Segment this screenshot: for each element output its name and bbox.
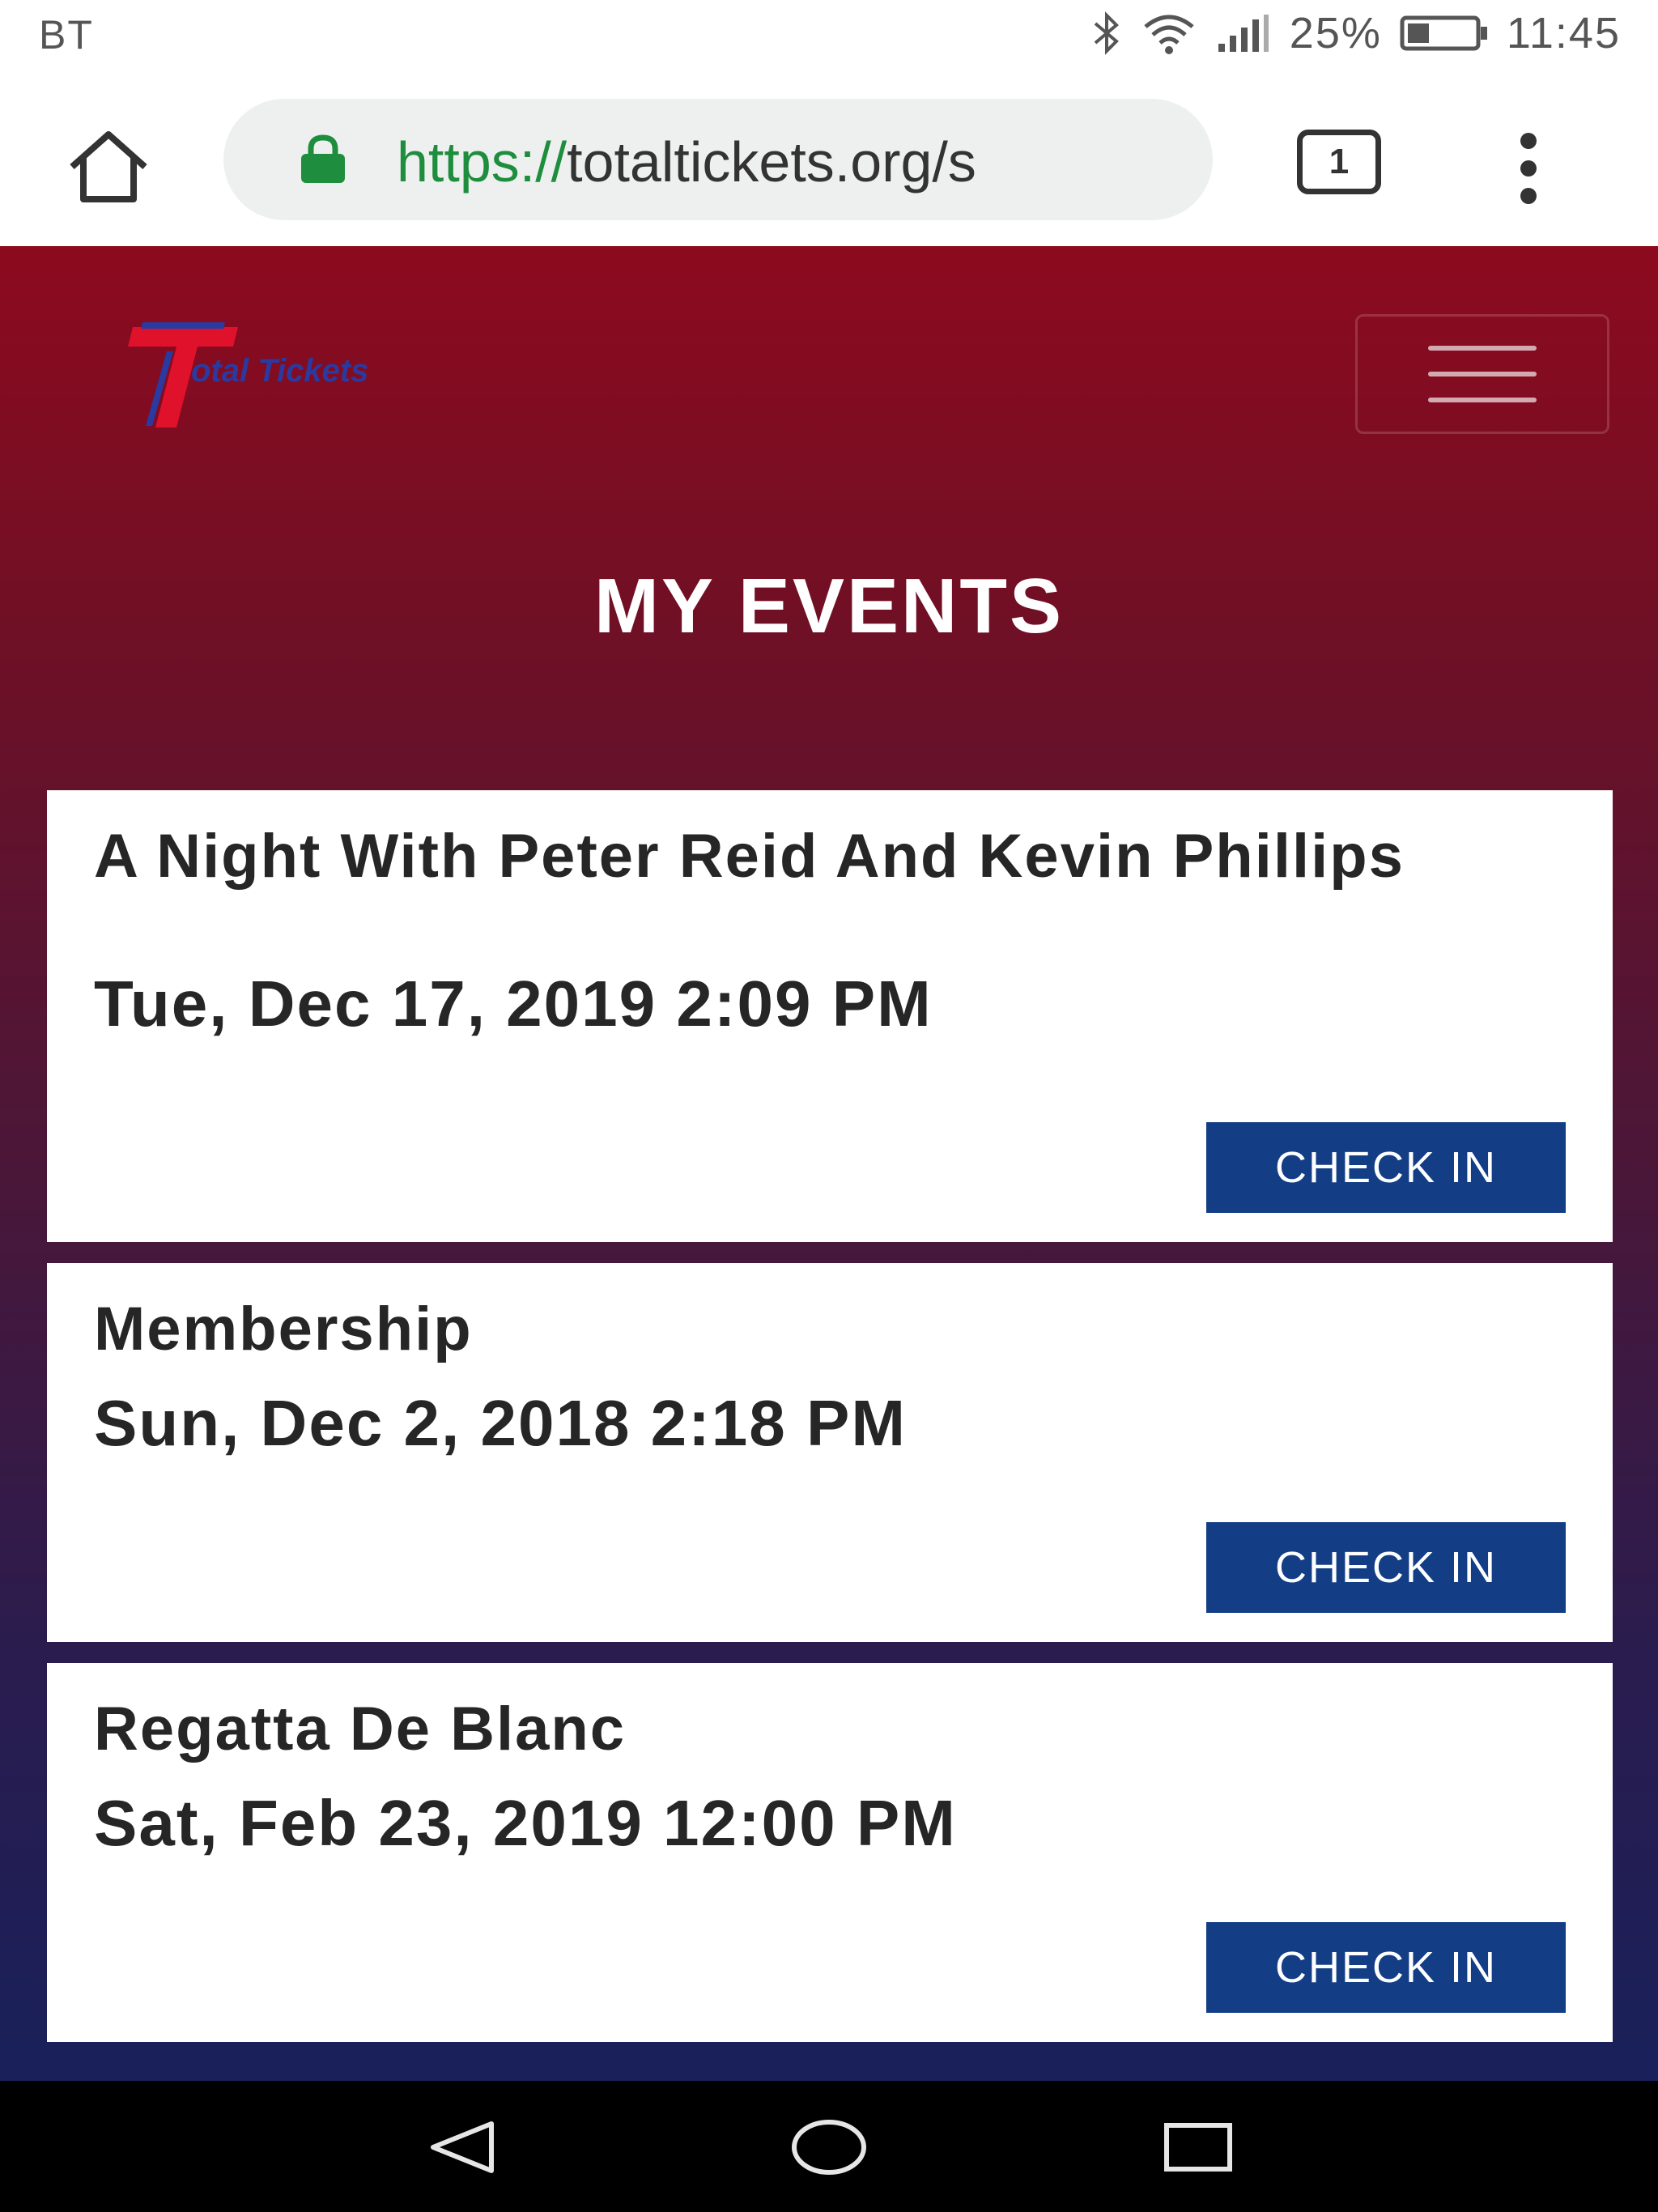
url-host: totaltickets.org/s (567, 130, 976, 194)
event-title: Regatta De Blanc (94, 1695, 627, 1763)
address-bar[interactable]: https://totaltickets.org/s (223, 99, 1213, 220)
event-title: A Night With Peter Reid And Kevin Philli… (94, 822, 1405, 891)
tab-switcher-icon[interactable]: 1 (1297, 130, 1381, 194)
event-date: Sun, Dec 2, 2018 2:18 PM (94, 1387, 908, 1459)
url-scheme: https:// (397, 130, 568, 194)
system-nav-bar (0, 2081, 1658, 2212)
event-date: Sat, Feb 23, 2019 12:00 PM (94, 1787, 957, 1859)
site-logo[interactable]: otal Tickets (120, 319, 468, 432)
status-bar: BT 25% 11:45 (0, 0, 1658, 74)
wifi-icon (1141, 11, 1197, 56)
lock-icon (296, 134, 350, 189)
overflow-menu-icon[interactable] (1498, 123, 1559, 214)
clock: 11:45 (1506, 9, 1621, 57)
recents-icon[interactable] (1158, 2113, 1239, 2181)
carrier-label: BT (39, 12, 94, 57)
status-indicators: 25% 11:45 (1090, 8, 1621, 58)
url-text: https://totaltickets.org/s (397, 130, 1174, 194)
home-icon (64, 128, 153, 210)
hamburger-icon[interactable] (1355, 314, 1609, 434)
screen: BT 25% 11:45 https://totaltickets.org/s … (0, 0, 1658, 2212)
home-circle-icon[interactable] (789, 2113, 869, 2181)
check-in-button[interactable]: CHECK IN (1206, 1522, 1566, 1613)
back-icon[interactable] (421, 2113, 502, 2181)
page-content: otal Tickets MY EVENTS A Night With Pete… (0, 246, 1658, 2081)
check-in-button[interactable]: CHECK IN (1206, 1922, 1566, 2013)
event-card: A Night With Peter Reid And Kevin Philli… (47, 790, 1613, 1242)
bluetooth-icon (1090, 11, 1123, 56)
battery-percent: 25% (1289, 9, 1382, 57)
tab-count: 1 (1329, 142, 1350, 181)
event-card: Membership Sun, Dec 2, 2018 2:18 PM CHEC… (47, 1263, 1613, 1642)
signal-icon (1215, 13, 1272, 53)
page-title: MY EVENTS (593, 563, 1065, 649)
battery-icon (1400, 15, 1489, 51)
event-card: Regatta De Blanc Sat, Feb 23, 2019 12:00… (47, 1663, 1613, 2042)
browser-toolbar: https://totaltickets.org/s 1 (0, 74, 1658, 246)
logo-text: otal Tickets (191, 353, 369, 389)
check-in-button[interactable]: CHECK IN (1206, 1122, 1566, 1213)
event-title: Membership (94, 1295, 473, 1363)
browser-home-button[interactable] (55, 123, 162, 214)
event-date: Tue, Dec 17, 2019 2:09 PM (94, 968, 933, 1040)
